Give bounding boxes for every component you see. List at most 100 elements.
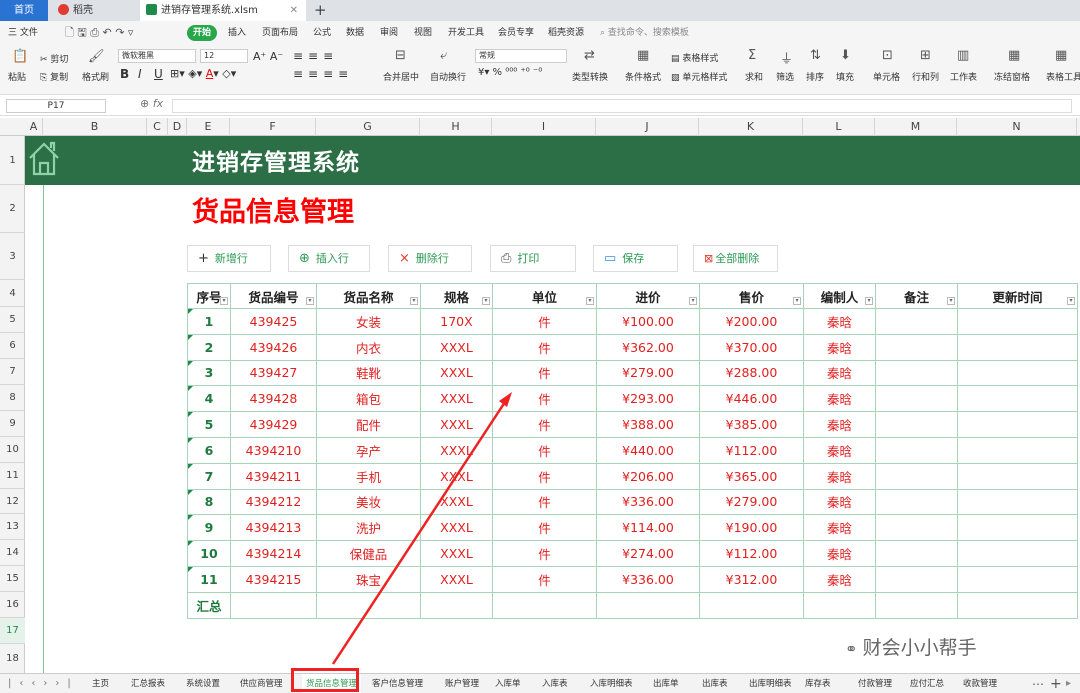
table-cell[interactable] — [957, 514, 1078, 542]
col-header[interactable]: M — [875, 118, 957, 136]
convert-icon[interactable]: ⇄ — [584, 48, 595, 63]
tab-daoke[interactable]: 稻壳 — [52, 0, 136, 21]
home-icon[interactable] — [27, 139, 61, 177]
col-header[interactable]: L — [803, 118, 875, 136]
tab-file[interactable]: 进销存管理系统.xlsm ✕ — [140, 0, 306, 21]
table-cell[interactable]: ¥446.00 — [699, 385, 804, 413]
table-cell[interactable] — [957, 488, 1078, 516]
merge-center-button[interactable]: 合并居中 — [383, 70, 419, 83]
font-family-select[interactable]: 微软雅黑 — [118, 49, 196, 63]
cell-style-button[interactable]: ▧ 单元格样式 — [671, 70, 727, 83]
table-cell[interactable]: 配件 — [316, 411, 421, 438]
table-cell[interactable] — [875, 411, 958, 438]
underline-icon[interactable]: U — [154, 67, 163, 81]
table-cell[interactable]: ¥114.00 — [596, 514, 700, 542]
row-header[interactable]: 3 — [0, 233, 25, 280]
table-cell[interactable]: 件 — [492, 359, 597, 387]
row-header[interactable]: 5 — [0, 307, 25, 333]
table-cell[interactable]: 箱包 — [316, 385, 421, 413]
delete-all-button[interactable]: ⊠ 全部删除 — [693, 245, 778, 272]
table-cell[interactable]: 件 — [492, 514, 597, 542]
table-cell[interactable]: 170X — [420, 308, 493, 335]
italic-icon[interactable]: I — [138, 67, 142, 81]
table-tool-icon[interactable]: ▦ — [1055, 48, 1067, 63]
row-header[interactable]: 6 — [0, 333, 25, 359]
table-cell[interactable]: ¥440.00 — [596, 436, 700, 464]
column-header-cell[interactable]: 编制人 ▾ — [803, 283, 876, 309]
col-header[interactable]: E — [187, 118, 230, 136]
filter-dropdown-icon[interactable]: ▾ — [220, 297, 228, 305]
wrap-text-button[interactable]: 自动换行 — [430, 70, 466, 83]
row-header[interactable]: 11 — [0, 463, 25, 489]
menu-member[interactable]: 会员专享 — [498, 21, 534, 45]
table-cell[interactable]: ¥274.00 — [596, 540, 700, 567]
table-cell[interactable]: 5 — [187, 411, 231, 438]
freeze-panes-button[interactable]: 冻结窗格 — [994, 70, 1030, 83]
table-cell[interactable]: 鞋靴 — [316, 359, 421, 387]
table-cell[interactable]: 汇总 — [187, 591, 231, 619]
table-cell[interactable]: XXXL — [420, 411, 493, 438]
table-cell[interactable] — [875, 333, 958, 361]
wrap-icon[interactable]: ⤶ — [440, 48, 447, 63]
table-cell[interactable]: 3 — [187, 359, 231, 387]
table-cell[interactable]: ¥336.00 — [596, 565, 700, 593]
table-cell[interactable] — [875, 565, 958, 593]
table-cell[interactable]: 4394212 — [230, 488, 317, 516]
table-cell[interactable] — [875, 308, 958, 335]
table-cell[interactable]: ¥206.00 — [596, 462, 700, 490]
column-header-cell[interactable]: 规格 ▾ — [420, 283, 493, 309]
sheet-tab[interactable]: 收款管理 — [963, 674, 997, 693]
row-header[interactable]: 18 — [0, 644, 25, 673]
table-cell[interactable]: ¥100.00 — [596, 308, 700, 335]
table-cell[interactable]: ¥385.00 — [699, 411, 804, 438]
table-cell[interactable]: ¥279.00 — [596, 359, 700, 387]
col-header[interactable]: J — [596, 118, 699, 136]
font-grow-shrink-icons[interactable]: A⁺ A⁻ — [253, 50, 283, 63]
table-cell[interactable]: 4 — [187, 385, 231, 413]
row-header[interactable]: 8 — [0, 385, 25, 411]
paste-icon[interactable]: 📋 — [12, 49, 28, 64]
table-cell[interactable]: ¥112.00 — [699, 436, 804, 464]
number-format-icons[interactable]: ¥▾ % ⁰⁰⁰ ⁺⁰ ⁻⁰ — [478, 67, 542, 78]
table-cell[interactable]: XXXL — [420, 359, 493, 387]
merge-icon[interactable]: ⊟ — [395, 48, 406, 63]
freeze-icon[interactable]: ▦ — [1008, 48, 1020, 63]
row-header[interactable]: 10 — [0, 437, 25, 463]
column-header-cell[interactable]: 进价 ▾ — [596, 283, 700, 309]
table-cell[interactable]: 秦晗 — [803, 462, 876, 490]
menu-insert[interactable]: 插入 — [228, 21, 246, 45]
col-header[interactable]: N — [957, 118, 1077, 136]
column-header-cell[interactable]: 单位 ▾ — [492, 283, 597, 309]
table-cell[interactable]: 439427 — [230, 359, 317, 387]
table-cell[interactable]: XXXL — [420, 462, 493, 490]
table-cell[interactable]: ¥370.00 — [699, 333, 804, 361]
col-header[interactable]: F — [230, 118, 316, 136]
menu-review[interactable]: 审阅 — [380, 21, 398, 45]
row-header[interactable]: 1 — [0, 136, 25, 185]
table-cell[interactable]: 秦晗 — [803, 333, 876, 361]
table-cell[interactable]: 2 — [187, 333, 231, 361]
table-cell[interactable]: XXXL — [420, 540, 493, 567]
table-cell[interactable] — [875, 462, 958, 490]
sheet-tab[interactable]: 主页 — [92, 674, 109, 693]
table-cell[interactable] — [875, 436, 958, 464]
table-cell[interactable]: XXXL — [420, 514, 493, 542]
table-cell[interactable]: ¥365.00 — [699, 462, 804, 490]
formula-input[interactable] — [172, 99, 1072, 113]
table-cell[interactable]: 439425 — [230, 308, 317, 335]
table-cell[interactable]: 珠宝 — [316, 565, 421, 593]
row-header[interactable]: 13 — [0, 514, 25, 540]
table-cell[interactable] — [230, 591, 317, 619]
align-top-icons[interactable]: ≡≡≡ — [293, 49, 338, 63]
more-sheets-icon[interactable]: ⋯ — [1032, 674, 1044, 693]
menu-file[interactable]: 三 文件 — [8, 21, 38, 45]
sort-button[interactable]: 排序 — [806, 70, 824, 83]
filter-dropdown-icon[interactable]: ▾ — [586, 297, 594, 305]
table-cell[interactable]: 秦晗 — [803, 540, 876, 567]
table-cell[interactable]: 秦晗 — [803, 436, 876, 464]
table-cell[interactable]: XXXL — [420, 488, 493, 516]
table-cell[interactable]: XXXL — [420, 565, 493, 593]
col-header[interactable]: I — [492, 118, 596, 136]
table-cell[interactable] — [957, 411, 1078, 438]
column-header-cell[interactable]: 售价 ▾ — [699, 283, 804, 309]
